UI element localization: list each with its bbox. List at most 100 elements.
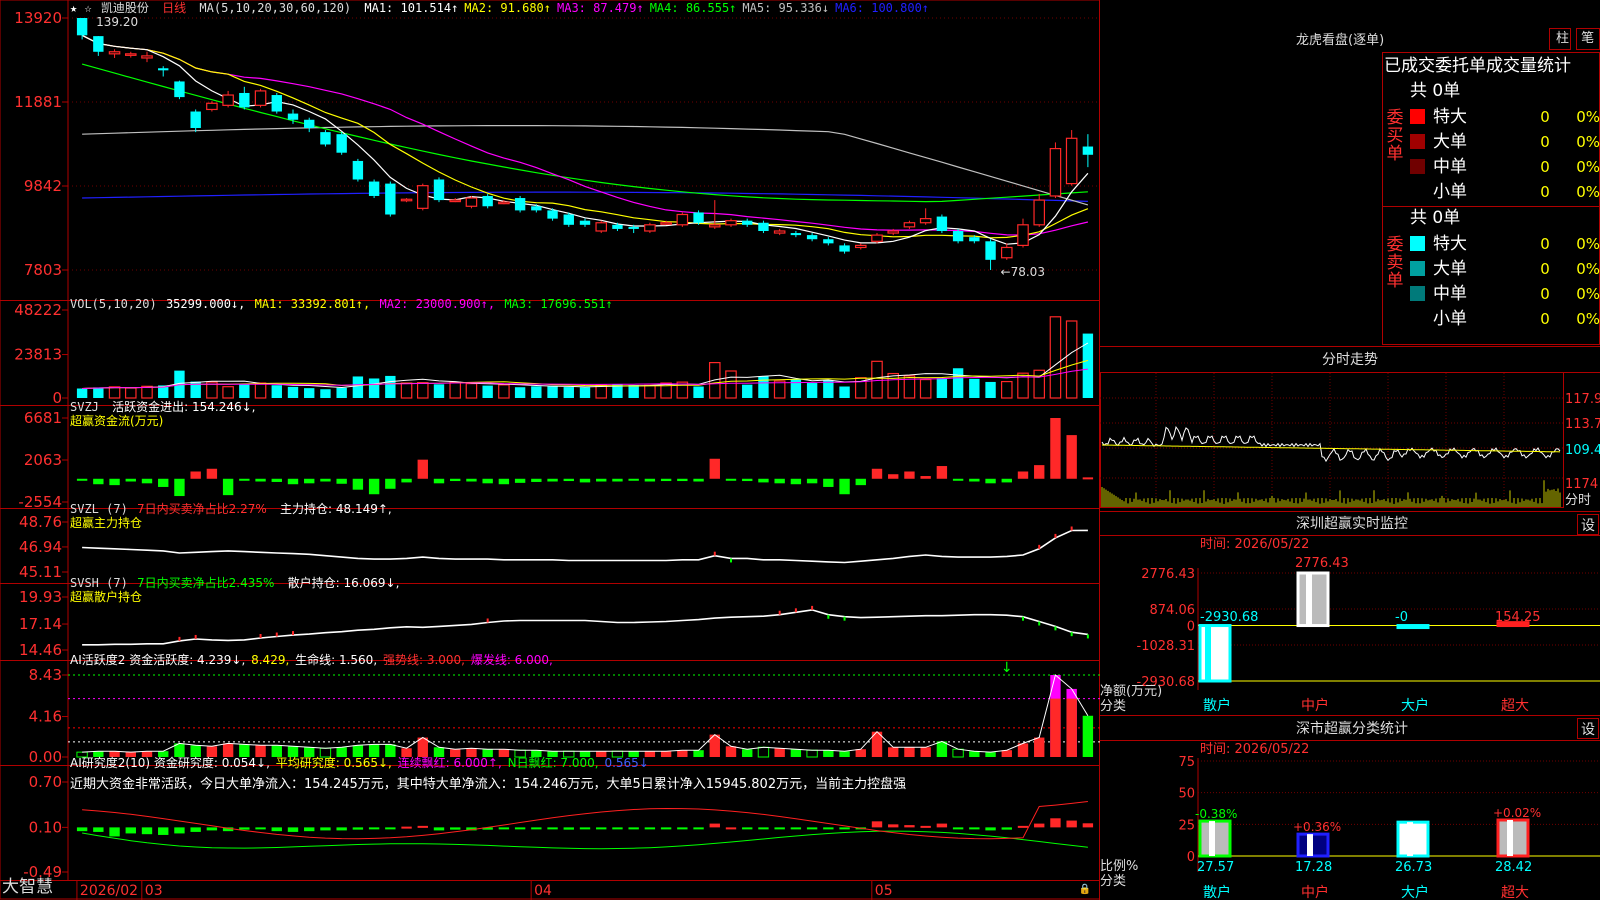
activity-bar bbox=[952, 748, 964, 758]
svzl-header: SVZL (7) 7日内买卖净占比2.27% 主力持仓: 48.149↑, bbox=[70, 502, 398, 516]
buy-row-value: 0 bbox=[1540, 133, 1550, 151]
fund-flow-bar bbox=[855, 478, 866, 486]
svzj-label: SVZJ bbox=[70, 400, 99, 414]
monitor-y-tick-label: 874.06 bbox=[1150, 603, 1196, 618]
tab-bar[interactable]: 柱 笔 bbox=[1556, 32, 1600, 46]
volume-bar bbox=[563, 387, 574, 398]
buy-row-percent: 0% bbox=[1576, 158, 1600, 176]
research-bar bbox=[596, 827, 607, 830]
fund-flow-bar bbox=[823, 478, 834, 487]
candle-up bbox=[773, 230, 786, 234]
dragon-title-text: 龙虎看盘(逐单) bbox=[1296, 33, 1385, 48]
candle-up bbox=[725, 220, 737, 226]
volume-bar bbox=[416, 382, 429, 399]
ai2-label: AI研究度2(10) 资金研究度: 0.054↓, bbox=[70, 756, 270, 770]
buy-row-label: 中单 bbox=[1433, 157, 1467, 177]
svsh-y-tick-label: 19.93 bbox=[19, 588, 62, 606]
volume-bar bbox=[222, 386, 234, 399]
star-icon[interactable]: ★ ☆ bbox=[70, 1, 92, 15]
svzl-text2: 主力持仓: 48.149↑, bbox=[280, 502, 392, 516]
candle-down bbox=[531, 206, 542, 211]
candle-up bbox=[400, 198, 413, 202]
fund-flow-bar bbox=[271, 478, 282, 482]
fund-flow-bar bbox=[1050, 418, 1061, 479]
fund-flow-bar bbox=[401, 478, 412, 483]
candle-down bbox=[287, 113, 299, 120]
svzj-y-tick-label: 2063 bbox=[24, 451, 62, 469]
volume-bar bbox=[531, 386, 542, 398]
candle-up bbox=[903, 222, 916, 228]
monitor-bar bbox=[1296, 571, 1330, 628]
classify-value-label: 17.28 bbox=[1295, 860, 1332, 875]
vol-ma2: MA2: 23000.900↑, bbox=[379, 297, 496, 311]
volume-bar bbox=[400, 382, 413, 399]
research-bar bbox=[287, 827, 299, 832]
svzj-y-tick-label: 6681 bbox=[24, 409, 62, 427]
svsh-text2: 散户持仓: 16.069↓, bbox=[287, 576, 400, 590]
sell-row-label: 小单 bbox=[1433, 309, 1467, 329]
volume-bar bbox=[547, 386, 558, 398]
fund-flow-bar bbox=[304, 478, 315, 484]
candle-up bbox=[854, 244, 867, 249]
candle-up bbox=[465, 197, 478, 207]
sell-total: 共 0单 bbox=[1410, 208, 1460, 228]
ma5-line bbox=[82, 124, 1089, 206]
tab-column[interactable]: 柱 bbox=[1556, 31, 1569, 46]
activity-bar bbox=[888, 747, 899, 757]
candle-down bbox=[693, 212, 704, 223]
monitor-value-label: 154.25 bbox=[1495, 610, 1541, 625]
fund-flow-bar bbox=[320, 478, 331, 482]
period-label[interactable]: 日线 bbox=[162, 1, 186, 15]
candle-down bbox=[336, 134, 347, 153]
research-bar bbox=[725, 827, 737, 830]
research-bar bbox=[888, 824, 899, 828]
volume-bar bbox=[693, 386, 704, 398]
monitor-category-label: 中户 bbox=[1301, 697, 1329, 714]
fund-flow-bar bbox=[109, 478, 120, 486]
ma6-line bbox=[82, 191, 1088, 202]
fund-flow-bar bbox=[433, 478, 445, 484]
sell-row-value: 0 bbox=[1540, 235, 1550, 253]
candle-down bbox=[158, 68, 169, 71]
sell-vertical-label: 委 bbox=[1387, 235, 1404, 255]
ma2-line bbox=[81, 34, 1089, 239]
activity-bar bbox=[742, 749, 753, 757]
ai2-v3: 连续飘红: 6.000↑, bbox=[397, 756, 502, 770]
research-bar bbox=[93, 827, 104, 832]
ai2-y-tick-label: 0.10 bbox=[29, 818, 62, 836]
candle-up bbox=[871, 234, 883, 242]
buy-row-label: 大单 bbox=[1433, 132, 1467, 152]
research-bar bbox=[109, 827, 120, 837]
activity-bar bbox=[855, 749, 866, 757]
low-price-label: ←78.03 bbox=[1001, 265, 1045, 279]
candle-down bbox=[969, 237, 980, 242]
monitor-y-tick-label: 2776.43 bbox=[1141, 567, 1195, 582]
fund-flow-bar bbox=[287, 478, 299, 485]
ai2-text: 近期大资金非常活跃，今日大单净流入：154.245万元，其中特大单净流入：154… bbox=[70, 777, 907, 792]
research-bar bbox=[304, 827, 315, 832]
research-bar bbox=[774, 827, 785, 830]
research-line-red bbox=[82, 801, 1088, 840]
candle-down bbox=[190, 111, 201, 128]
intraday-avg-line bbox=[1102, 444, 1561, 453]
candle-down bbox=[1082, 146, 1094, 155]
buy-row-swatch bbox=[1410, 159, 1425, 174]
candle-down bbox=[952, 230, 964, 242]
classify-value-label: 28.42 bbox=[1495, 860, 1532, 875]
fund-flow-bar bbox=[385, 478, 396, 489]
candle-up bbox=[887, 230, 900, 234]
fund-flow-bar bbox=[222, 478, 234, 496]
ma3-line bbox=[81, 34, 1089, 236]
fund-flow-bar bbox=[952, 478, 964, 481]
candle-up bbox=[708, 224, 721, 228]
fund-flow-bar bbox=[790, 478, 802, 485]
research-bar bbox=[401, 826, 412, 829]
fund-flow-bar bbox=[239, 478, 250, 481]
tab-trades[interactable]: 笔 bbox=[1581, 31, 1594, 46]
sell-row-percent: 0% bbox=[1576, 310, 1600, 328]
research-bar bbox=[563, 827, 574, 830]
candle-down bbox=[612, 224, 623, 229]
candle-down bbox=[628, 226, 639, 229]
candle-up bbox=[1065, 137, 1078, 185]
lock-icon: 🔒 bbox=[1079, 883, 1091, 895]
